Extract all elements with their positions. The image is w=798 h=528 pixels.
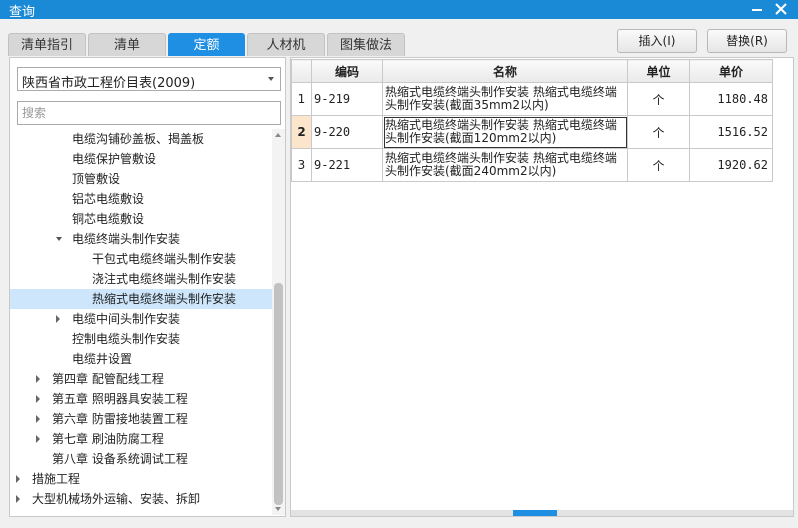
- column-header-price[interactable]: 单价: [689, 59, 773, 83]
- tree-item-label: 电缆终端头制作安装: [72, 232, 181, 246]
- column-header-index: [291, 59, 312, 83]
- minimize-button[interactable]: [748, 0, 766, 19]
- replace-button[interactable]: 替换(R): [707, 29, 787, 53]
- tree-item[interactable]: 电缆保护管敷设: [10, 149, 272, 169]
- library-select-value: 陕西省市政工程价目表(2009): [22, 76, 196, 91]
- column-header-name[interactable]: 名称: [382, 59, 628, 83]
- cell-price[interactable]: 1920.62: [689, 148, 773, 182]
- insert-button[interactable]: 插入(I): [617, 29, 697, 53]
- splitter-grip-icon[interactable]: [513, 510, 557, 516]
- tree-item[interactable]: 电缆沟铺砂盖板、揭盖板: [10, 129, 272, 149]
- tree-item-label: 电缆井设置: [72, 352, 133, 366]
- cell-unit[interactable]: 个: [627, 148, 690, 182]
- cell-price[interactable]: 1180.48: [689, 82, 773, 116]
- close-button[interactable]: [772, 0, 790, 19]
- row-index[interactable]: 1: [291, 82, 312, 116]
- category-tree: 电缆沟铺砂盖板、揭盖板 电缆保护管敷设 顶管敷设铝芯电缆敷设 铜芯电缆敷设电缆终端头制…: [10, 129, 272, 515]
- tree-item-label: 第八章 设备系统调试工程: [52, 452, 188, 466]
- tree-item-label: 第六章 防雷接地装置工程: [52, 412, 188, 426]
- cell-price[interactable]: 1516.52: [689, 115, 773, 149]
- table-row[interactable]: 2 9-220 热缩式电缆终端头制作安装 热缩式电缆终端头制作安装(截面120m…: [291, 115, 773, 149]
- tree-item-label: 第五章 照明器具安装工程: [52, 392, 188, 406]
- library-select[interactable]: 陕西省市政工程价目表(2009): [17, 67, 281, 91]
- tree-item[interactable]: 第四章 配管配线工程: [10, 369, 272, 389]
- tree-item[interactable]: 控制电缆头制作安装: [10, 329, 272, 349]
- tree-item[interactable]: 干包式电缆终端头制作安装: [10, 249, 272, 269]
- tree-item-label: 电缆沟铺砂盖板、揭盖板: [72, 132, 205, 146]
- title-bar: 查询: [0, 0, 798, 20]
- table-header-row: 编码 名称 单位 单价: [291, 59, 773, 83]
- tree-collapsed-icon[interactable]: [36, 415, 40, 423]
- cell-unit[interactable]: 个: [627, 82, 690, 116]
- tree-item[interactable]: 措施工程: [10, 469, 272, 489]
- tree-item-label: 热缩式电缆终端头制作安装: [92, 292, 237, 306]
- tree-collapsed-icon[interactable]: [36, 375, 40, 383]
- tree-item-label: 顶管敷设: [72, 172, 121, 186]
- tree-item[interactable]: 顶管敷设: [10, 169, 272, 189]
- cell-code[interactable]: 9-221: [311, 148, 383, 182]
- tree-item-label: 铝芯电缆敷设: [72, 192, 145, 206]
- minimize-icon: [752, 9, 762, 11]
- grid-horizontal-scrollbar[interactable]: [291, 510, 793, 516]
- tree-item-label: 大型机械场外运输、安装、拆卸: [32, 492, 201, 506]
- tree-item[interactable]: 第八章 设备系统调试工程: [10, 449, 272, 469]
- tree-item-label: 控制电缆头制作安装: [72, 332, 181, 346]
- tree-scrollbar[interactable]: [272, 129, 285, 515]
- scroll-up-icon[interactable]: [275, 133, 281, 137]
- tree-item-label: 第四章 配管配线工程: [52, 372, 164, 386]
- tree-item-label: 浇注式电缆终端头制作安装: [92, 272, 237, 286]
- tree-collapsed-icon[interactable]: [56, 315, 60, 323]
- tree-collapsed-icon[interactable]: [36, 395, 40, 403]
- close-icon: [775, 3, 787, 15]
- tree-item-label: 干包式电缆终端头制作安装: [92, 252, 237, 266]
- tree-item[interactable]: 热缩式电缆终端头制作安装: [10, 289, 272, 309]
- tree-item[interactable]: 铝芯电缆敷设: [10, 189, 272, 209]
- tab-quota[interactable]: 定额: [168, 33, 245, 56]
- category-panel: 陕西省市政工程价目表(2009) 电缆沟铺砂盖板、揭盖板电缆保护管敷设顶管敷设铝…: [9, 57, 286, 517]
- tree-item[interactable]: 大型机械场外运输、安装、拆卸: [10, 489, 272, 509]
- column-header-code[interactable]: 编码: [311, 59, 383, 83]
- cell-unit[interactable]: 个: [627, 115, 690, 149]
- column-header-unit[interactable]: 单位: [627, 59, 690, 83]
- tree-item[interactable]: 第七章 刷油防腐工程: [10, 429, 272, 449]
- tree-collapsed-icon[interactable]: [36, 435, 40, 443]
- tab-atlas-method[interactable]: 图集做法: [327, 33, 405, 56]
- tree-item[interactable]: 电缆井设置: [10, 349, 272, 369]
- tree-item[interactable]: 铜芯电缆敷设: [10, 209, 272, 229]
- cell-code[interactable]: 9-219: [311, 82, 383, 116]
- tree-item-label: 第七章 刷油防腐工程: [52, 432, 164, 446]
- tree-item[interactable]: 第六章 防雷接地装置工程: [10, 409, 272, 429]
- row-index[interactable]: 2: [291, 115, 312, 149]
- tree-item[interactable]: 电缆中间头制作安装: [10, 309, 272, 329]
- cell-name[interactable]: 热缩式电缆终端头制作安装 热缩式电缆终端头制作安装(截面240mm2以内): [382, 148, 628, 182]
- search-input[interactable]: [17, 101, 281, 125]
- tree-expanded-icon[interactable]: [56, 237, 62, 241]
- tree-collapsed-icon[interactable]: [16, 475, 20, 483]
- tab-bill-guide[interactable]: 清单指引: [8, 33, 86, 56]
- row-index[interactable]: 3: [291, 148, 312, 182]
- tree-item-label: 电缆保护管敷设: [72, 152, 157, 166]
- tree-collapsed-icon[interactable]: [16, 495, 20, 503]
- tree-item[interactable]: 电缆终端头制作安装: [10, 229, 272, 249]
- cell-name[interactable]: 热缩式电缆终端头制作安装 热缩式电缆终端头制作安装(截面120mm2以内): [382, 115, 628, 149]
- table-row[interactable]: 1 9-219 热缩式电缆终端头制作安装 热缩式电缆终端头制作安装(截面35mm…: [291, 82, 773, 116]
- tree-item-label: 铜芯电缆敷设: [72, 212, 145, 226]
- tab-bill[interactable]: 清单: [88, 33, 166, 56]
- window-title: 查询: [9, 5, 36, 20]
- scrollbar-thumb[interactable]: [274, 283, 283, 505]
- quota-table: 编码 名称 单位 单价 1 9-219 热缩式电缆终端头制作安装 热缩式电缆终端…: [291, 59, 773, 182]
- tree-item[interactable]: 第五章 照明器具安装工程: [10, 389, 272, 409]
- cell-name[interactable]: 热缩式电缆终端头制作安装 热缩式电缆终端头制作安装(截面35mm2以内): [382, 82, 628, 116]
- quota-grid-panel: 编码 名称 单位 单价 1 9-219 热缩式电缆终端头制作安装 热缩式电缆终端…: [290, 57, 794, 517]
- cell-code[interactable]: 9-220: [311, 115, 383, 149]
- table-row[interactable]: 3 9-221 热缩式电缆终端头制作安装 热缩式电缆终端头制作安装(截面240m…: [291, 148, 773, 182]
- scroll-down-icon[interactable]: [275, 507, 281, 511]
- tree-item-label: 电缆中间头制作安装: [72, 312, 181, 326]
- tree-item-label: 措施工程: [32, 472, 81, 486]
- tree-item[interactable]: 浇注式电缆终端头制作安装: [10, 269, 272, 289]
- chevron-down-icon: [268, 77, 274, 81]
- tab-labor-material-machine[interactable]: 人材机: [247, 33, 325, 56]
